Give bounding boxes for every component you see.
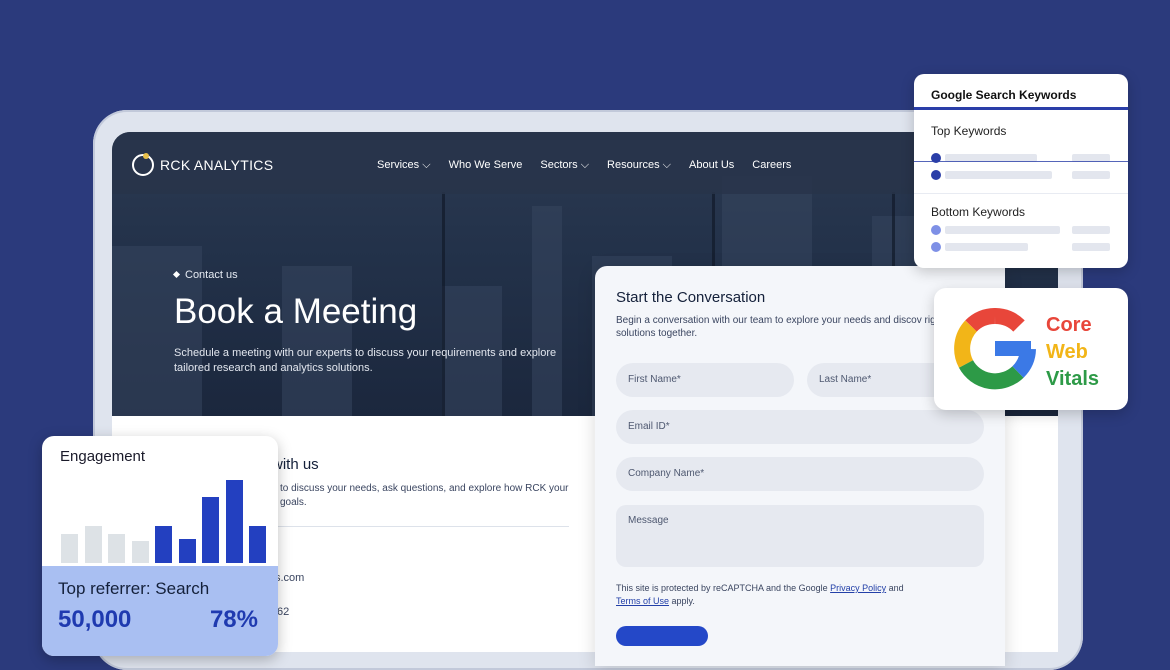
window-frame	[442, 192, 445, 416]
engagement-bar	[225, 480, 243, 563]
recaptcha-text: This site is protected by reCAPTCHA and …	[616, 583, 831, 593]
keyword-dot	[931, 242, 941, 252]
contact-phone[interactable]: 62	[277, 606, 289, 618]
top-referrer-percent: 78%	[209, 606, 258, 633]
privacy-policy-link[interactable]: Privacy Policy	[830, 583, 886, 593]
top-referrer-value: 50,000	[58, 606, 132, 633]
form-title: Start the Conversation	[616, 289, 766, 306]
keywords-divider	[914, 193, 1128, 194]
skyline-building	[532, 206, 562, 416]
engagement-title: Engagement	[60, 448, 146, 465]
skyline-building	[282, 266, 352, 416]
google-search-keywords-card: Google Search Keywords Top Keywords Bott…	[914, 74, 1128, 268]
cwv-core: Core	[1046, 314, 1092, 336]
brand-logo[interactable]: RCK ANALYTICS	[132, 153, 274, 176]
engagement-bar	[131, 541, 149, 563]
engagement-bar	[178, 539, 196, 563]
divider	[272, 526, 569, 527]
keyword-value-bar	[1072, 171, 1110, 179]
nav-item-sectors[interactable]: Sectors ⌵	[540, 159, 589, 172]
bottom-keywords-label: Bottom Keywords	[931, 205, 1026, 219]
hero-subtitle: Schedule a meeting with our experts to d…	[174, 347, 557, 374]
contact-heading: with us	[272, 456, 319, 473]
submit-button[interactable]	[616, 626, 708, 646]
brand-name: RCK ANALYTICS	[160, 157, 274, 173]
recaptcha-and: and	[886, 583, 904, 593]
contact-text: to discuss your needs, ask questions, an…	[280, 483, 569, 508]
top-keywords-label: Top Keywords	[931, 124, 1007, 138]
keywords-card-title: Google Search Keywords	[931, 88, 1077, 102]
nav-item-resources[interactable]: Resources ⌵	[607, 159, 671, 172]
cwv-vitals: Vitals	[1046, 368, 1099, 390]
form-description: Begin a conversation with our team to ex…	[616, 315, 944, 339]
email-field[interactable]: Email ID*	[616, 410, 984, 444]
recaptcha-suffix: apply.	[669, 596, 695, 606]
breadcrumb[interactable]: Contact us	[174, 269, 238, 281]
nav-item-careers[interactable]: Careers	[752, 159, 791, 172]
engagement-bar	[155, 526, 172, 563]
keyword-dot	[931, 170, 941, 180]
core-web-vitals-label: Core Web Vitals	[1046, 312, 1099, 393]
top-referrer-label: Top referrer: Search	[58, 579, 210, 598]
recaptcha-notice: This site is protected by reCAPTCHA and …	[616, 582, 946, 608]
engagement-bar	[108, 534, 125, 563]
terms-of-use-link[interactable]: Terms of Use	[616, 596, 669, 606]
keyword-highlight-line	[914, 161, 1128, 162]
engagement-bar	[84, 526, 102, 563]
page-title: Book a Meeting	[174, 292, 418, 331]
main-nav: Services ⌵ Who We Serve Sectors ⌵ Resour…	[377, 159, 791, 172]
keyword-bar	[945, 171, 1052, 179]
keyword-bar	[945, 226, 1060, 234]
company-field[interactable]: Company Name*	[616, 457, 984, 491]
engagement-bar	[61, 534, 78, 563]
nav-item-who-we-serve[interactable]: Who We Serve	[449, 159, 523, 172]
keyword-value-bar	[1072, 226, 1110, 234]
engagement-bar	[249, 526, 266, 563]
core-web-vitals-card: Core Web Vitals	[934, 288, 1128, 410]
first-name-field[interactable]: First Name*	[616, 363, 794, 397]
logo-icon	[132, 153, 154, 176]
keywords-card-header: Google Search Keywords	[914, 74, 1128, 110]
engagement-bar	[202, 497, 219, 563]
engagement-card: Engagement Top referrer: Search 50,000 7…	[42, 436, 278, 656]
keyword-dot	[931, 225, 941, 235]
nav-item-services[interactable]: Services ⌵	[377, 159, 431, 172]
keyword-bar	[945, 243, 1028, 251]
message-field[interactable]: Message	[616, 505, 984, 567]
cwv-web: Web	[1046, 341, 1088, 363]
google-g-icon	[954, 308, 1036, 390]
nav-item-about-us[interactable]: About Us	[689, 159, 734, 172]
keyword-value-bar	[1072, 243, 1110, 251]
